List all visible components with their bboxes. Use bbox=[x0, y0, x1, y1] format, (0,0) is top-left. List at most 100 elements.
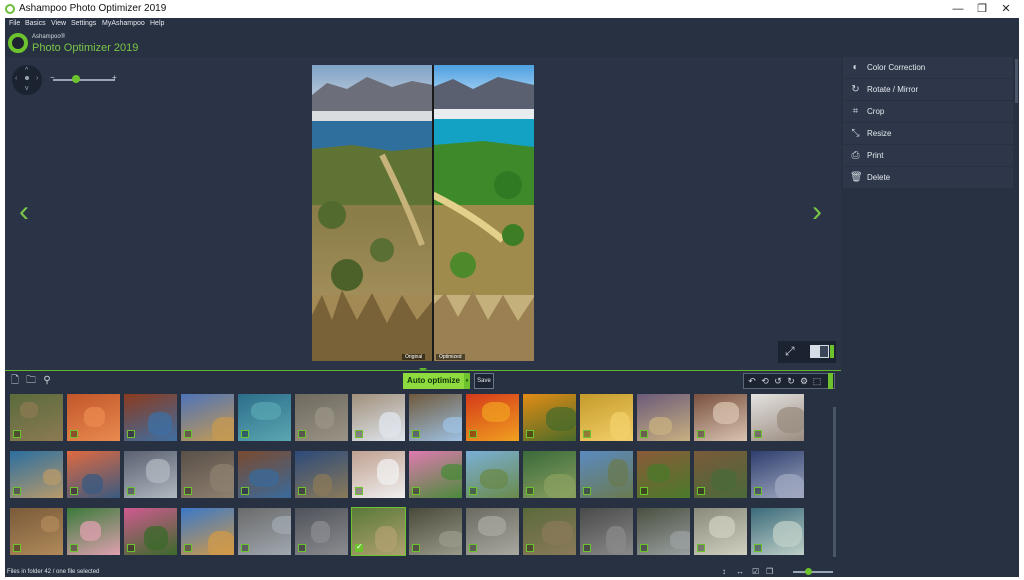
pan-up-icon[interactable]: ^ bbox=[25, 67, 28, 74]
thumbnail[interactable] bbox=[181, 508, 234, 555]
thumbnail-checkbox[interactable] bbox=[184, 544, 192, 552]
check-all-icon[interactable]: ☑ bbox=[752, 567, 759, 576]
thumbnail[interactable] bbox=[580, 451, 633, 498]
tool-item-rotate-mirror[interactable]: ↻ Rotate / Mirror bbox=[843, 79, 1013, 100]
thumbnail-checkbox[interactable] bbox=[70, 487, 78, 495]
thumbnail[interactable] bbox=[124, 451, 177, 498]
thumbnail[interactable] bbox=[124, 394, 177, 441]
undo-all-icon[interactable]: ⟲ bbox=[759, 375, 771, 387]
thumbnail[interactable] bbox=[409, 508, 462, 555]
tool-item-print[interactable]: ⎙ Print bbox=[843, 145, 1013, 166]
thumbnail-checkbox[interactable] bbox=[298, 430, 306, 438]
fit-height-icon[interactable]: ↕ bbox=[722, 567, 726, 576]
thumbnail[interactable] bbox=[10, 508, 63, 555]
thumbnail[interactable] bbox=[580, 394, 633, 441]
thumbnail-checkbox[interactable] bbox=[127, 487, 135, 495]
thumbnail[interactable] bbox=[523, 508, 576, 555]
thumbnail[interactable] bbox=[466, 394, 519, 441]
thumbnail-size-handle[interactable] bbox=[805, 568, 812, 575]
thumbnail-checkbox[interactable] bbox=[640, 430, 648, 438]
thumbnail-checkbox[interactable] bbox=[127, 430, 135, 438]
thumbnail-checkbox[interactable] bbox=[241, 544, 249, 552]
auto-optimize-dropdown[interactable]: ▾ bbox=[464, 373, 470, 389]
thumbnail-size-slider[interactable] bbox=[793, 571, 833, 573]
thumbnail[interactable] bbox=[238, 508, 291, 555]
pan-left-icon[interactable]: ‹ bbox=[15, 75, 17, 82]
thumbnail[interactable] bbox=[694, 394, 747, 441]
settings-icon[interactable]: ⚙ bbox=[798, 375, 810, 387]
thumbnail[interactable] bbox=[409, 394, 462, 441]
copy-icon[interactable]: ❐ bbox=[766, 567, 773, 576]
fit-width-icon[interactable]: ↔ bbox=[736, 567, 744, 576]
thumbnail-checkbox[interactable] bbox=[754, 430, 762, 438]
thumbnail-checkbox[interactable] bbox=[469, 487, 477, 495]
thumbnail-checkbox[interactable] bbox=[298, 487, 306, 495]
thumbnail-scrollbar[interactable] bbox=[833, 407, 836, 557]
thumbnail[interactable] bbox=[67, 394, 120, 441]
menu-help[interactable]: Help bbox=[150, 20, 164, 27]
thumbnail-checkbox[interactable] bbox=[697, 430, 705, 438]
thumbnail[interactable] bbox=[751, 508, 804, 555]
thumbnail-checkbox[interactable] bbox=[583, 544, 591, 552]
comparison-photo[interactable]: Original Optimized bbox=[312, 65, 534, 361]
rotate-right-icon[interactable]: ↻ bbox=[785, 375, 797, 387]
thumbnail-checkbox[interactable] bbox=[241, 430, 249, 438]
thumbnail-checkbox[interactable] bbox=[13, 544, 21, 552]
thumbnail[interactable] bbox=[637, 394, 690, 441]
save-button[interactable]: Save bbox=[474, 373, 494, 389]
thumbnail[interactable] bbox=[10, 451, 63, 498]
edit-tools-dropdown[interactable] bbox=[828, 373, 833, 389]
thumbnail-checkbox[interactable] bbox=[13, 487, 21, 495]
thumbnail[interactable] bbox=[295, 451, 348, 498]
thumbnail-checkbox[interactable] bbox=[412, 430, 420, 438]
pan-control[interactable]: ^ v ‹ › bbox=[12, 65, 42, 95]
thumbnail[interactable] bbox=[351, 507, 406, 556]
thumbnail[interactable] bbox=[751, 394, 804, 441]
menu-myashampoo[interactable]: MyAshampoo bbox=[102, 20, 145, 27]
compare-divider[interactable] bbox=[432, 65, 434, 361]
minimize-button[interactable]: — bbox=[946, 0, 970, 18]
thumbnail-checkbox[interactable] bbox=[13, 430, 21, 438]
close-button[interactable]: ✕ bbox=[994, 0, 1018, 18]
thumbnail[interactable] bbox=[637, 508, 690, 555]
thumbnail-checkbox[interactable] bbox=[697, 544, 705, 552]
thumbnail-checkbox[interactable] bbox=[754, 544, 762, 552]
thumbnail-checkbox[interactable] bbox=[412, 544, 420, 552]
thumbnail-checkbox[interactable] bbox=[184, 487, 192, 495]
split-view-icon[interactable] bbox=[810, 345, 829, 358]
pan-down-icon[interactable]: v bbox=[25, 85, 29, 92]
thumbnail-checkbox[interactable] bbox=[127, 544, 135, 552]
thumbnail[interactable] bbox=[67, 508, 120, 555]
zoom-slider-handle[interactable] bbox=[72, 75, 80, 83]
tool-item-crop[interactable]: ⌗ Crop bbox=[843, 101, 1013, 122]
tool-item-resize[interactable]: ⤡ Resize bbox=[843, 123, 1013, 144]
thumbnail[interactable] bbox=[409, 451, 462, 498]
thumbnail-checkbox[interactable] bbox=[355, 430, 363, 438]
broom-icon[interactable]: ⚲ bbox=[41, 374, 53, 387]
thumbnail[interactable] bbox=[466, 508, 519, 555]
thumbnail-checkbox[interactable] bbox=[697, 487, 705, 495]
zoom-slider-track[interactable] bbox=[53, 79, 115, 81]
zoom-in-icon[interactable]: + bbox=[112, 73, 117, 82]
thumbnail[interactable] bbox=[181, 451, 234, 498]
view-mode-dropdown[interactable] bbox=[830, 345, 834, 358]
select-icon[interactable]: ⬚ bbox=[811, 375, 823, 387]
thumbnail-checkbox[interactable] bbox=[298, 544, 306, 552]
thumbnail-checkbox[interactable] bbox=[640, 544, 648, 552]
menu-file[interactable]: File bbox=[9, 20, 20, 27]
thumbnail-checkbox[interactable] bbox=[184, 430, 192, 438]
menu-view[interactable]: View bbox=[51, 20, 66, 27]
thumbnail-checkbox[interactable] bbox=[469, 430, 477, 438]
thumbnail-checkbox[interactable] bbox=[241, 487, 249, 495]
thumbnail[interactable] bbox=[10, 394, 63, 441]
tool-item-color-correction[interactable]: ◐ Color Correction bbox=[843, 57, 1013, 78]
next-image-arrow[interactable]: › bbox=[812, 197, 822, 227]
thumbnail-checkbox[interactable] bbox=[70, 544, 78, 552]
thumbnail-checkbox[interactable] bbox=[526, 430, 534, 438]
auto-optimize-button[interactable]: Auto optimize bbox=[403, 373, 464, 389]
thumbnail[interactable] bbox=[238, 394, 291, 441]
rotate-left-icon[interactable]: ↺ bbox=[772, 375, 784, 387]
thumbnail[interactable] bbox=[352, 451, 405, 498]
thumbnail[interactable] bbox=[352, 394, 405, 441]
menu-settings[interactable]: Settings bbox=[71, 20, 96, 27]
